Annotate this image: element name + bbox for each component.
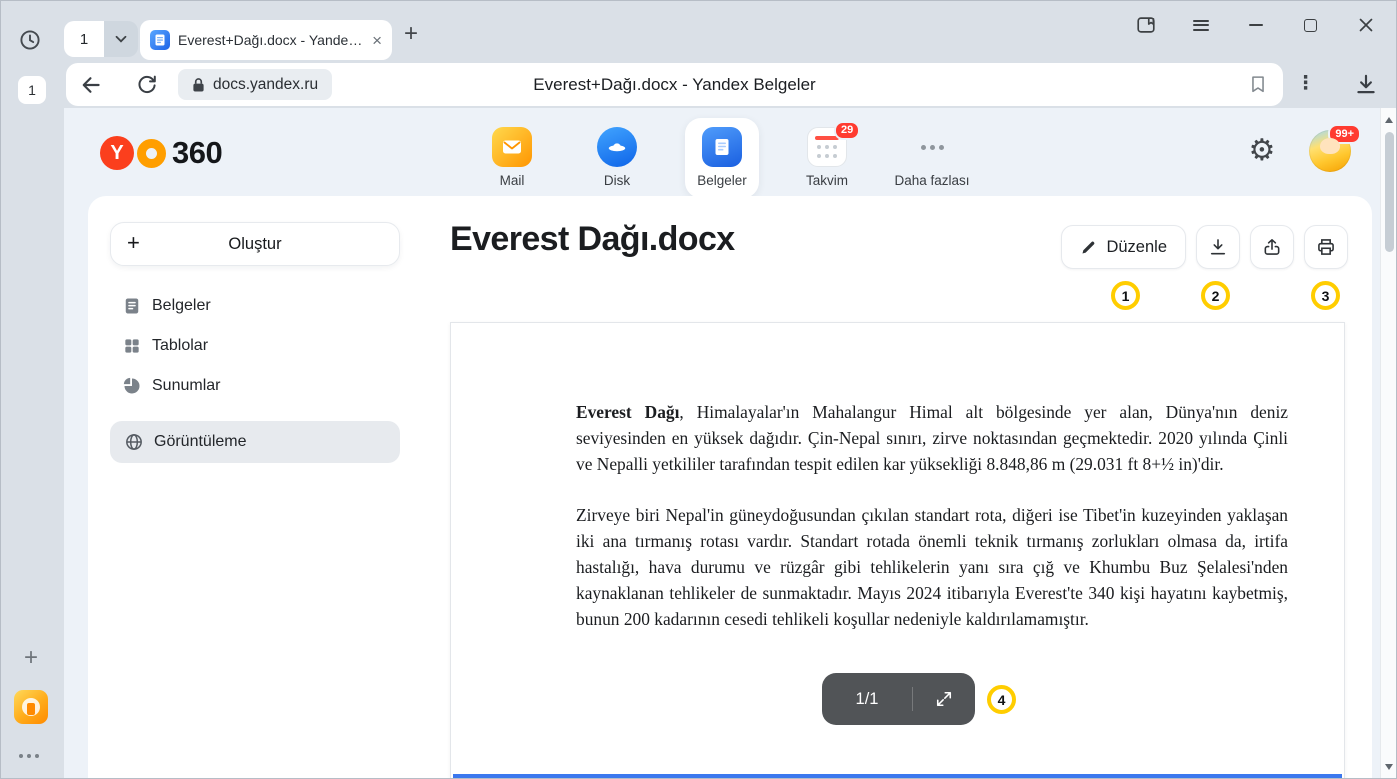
menu-icon[interactable]: [1188, 12, 1214, 38]
create-button[interactable]: + Oluştur: [110, 222, 400, 266]
document-icon: [122, 296, 142, 316]
print-button[interactable]: [1304, 225, 1348, 269]
docs-icon: [702, 127, 742, 167]
reload-button[interactable]: [135, 73, 159, 97]
sidebar-item-tablolar[interactable]: Tablolar: [110, 326, 400, 366]
strip-add-icon[interactable]: +: [20, 644, 42, 672]
sidebar-item-label: Tablolar: [152, 337, 208, 355]
history-clock-icon[interactable]: [18, 28, 42, 52]
globe-icon: [124, 432, 144, 452]
chevron-down-icon[interactable]: [104, 21, 138, 57]
yandex-browser-icon[interactable]: [14, 690, 48, 724]
download-icon: [1208, 237, 1228, 257]
annotation-2: 2: [1201, 281, 1230, 310]
annotation-3: 3: [1311, 281, 1340, 310]
calendar-badge: 29: [834, 121, 860, 140]
strip-more-icon[interactable]: [19, 754, 39, 758]
pencil-icon: [1080, 239, 1097, 256]
tab-counter-value: 1: [64, 21, 104, 57]
printer-icon: [1316, 237, 1336, 257]
minimize-button[interactable]: [1243, 12, 1269, 38]
scrollbar[interactable]: [1380, 108, 1397, 779]
close-window-button[interactable]: [1353, 12, 1379, 38]
sidebar-item-sunumlar[interactable]: Sunumlar: [110, 366, 400, 406]
document-title: Everest Dağı.docx: [450, 220, 735, 259]
page-count: 1/1: [822, 690, 912, 709]
sidebar-item-belgeler[interactable]: Belgeler: [110, 286, 400, 326]
more-dots-icon: [912, 127, 952, 167]
tab-close-icon[interactable]: ×: [372, 32, 382, 49]
download-button[interactable]: [1196, 225, 1240, 269]
bookmark-icon[interactable]: [1247, 73, 1269, 95]
calendar-icon: 29: [807, 127, 847, 167]
domain-text: docs.yandex.ru: [213, 76, 318, 94]
create-label: Oluştur: [111, 223, 399, 265]
page-bottom-content: [453, 774, 1342, 779]
settings-gear-icon[interactable]: ⚙: [1242, 131, 1282, 171]
domain-pill[interactable]: docs.yandex.ru: [178, 69, 332, 100]
grid-icon: [122, 336, 142, 356]
downloads-icon[interactable]: [1353, 71, 1379, 97]
share-button[interactable]: [1250, 225, 1294, 269]
lock-icon: [192, 77, 205, 93]
avatar[interactable]: 99+: [1309, 130, 1351, 172]
disk-icon: [597, 127, 637, 167]
service-label: Disk: [604, 173, 630, 188]
notification-badge: 99+: [1328, 124, 1361, 144]
plus-icon: +: [127, 230, 140, 256]
service-belgeler[interactable]: Belgeler: [685, 118, 759, 198]
service-label: Takvim: [806, 173, 848, 188]
paragraph-1: Everest Dağı, Himalayalar'ın Mahalangur …: [576, 399, 1288, 477]
fullscreen-expand-icon[interactable]: [913, 689, 975, 709]
services-nav: Mail Disk Belgeler 29 Takvim Daha: [64, 118, 1380, 198]
browser-side-strip: 1 +: [0, 62, 64, 779]
active-tab[interactable]: Everest+Dağı.docx - Yandex Belgeler ×: [140, 20, 392, 60]
tab-number: 1: [28, 82, 36, 98]
tab-counter[interactable]: 1: [64, 21, 138, 57]
omnibox[interactable]: docs.yandex.ru Everest+Dağı.docx - Yande…: [66, 63, 1283, 106]
tab-bar: 1 Everest+Dağı.docx - Yandex Belgeler × …: [0, 0, 1397, 62]
service-disk[interactable]: Disk: [580, 118, 654, 198]
share-icon: [1262, 237, 1282, 257]
scroll-down-arrow[interactable]: [1385, 764, 1393, 770]
edit-button[interactable]: Düzenle: [1061, 225, 1186, 269]
pie-chart-icon: [122, 376, 142, 396]
content-panel: + Oluştur Belgeler Tablolar Sunumlar: [88, 196, 1372, 779]
mail-icon: [492, 127, 532, 167]
annotation-1: 1: [1111, 281, 1140, 310]
document-page: Everest Dağı, Himalayalar'ın Mahalangur …: [450, 322, 1345, 779]
service-label: Mail: [500, 173, 525, 188]
paragraph-2: Zirveye biri Nepal'in güneydoğusundan çı…: [576, 502, 1288, 632]
document-toolbar: Düzenle: [1061, 225, 1348, 269]
scrollbar-thumb[interactable]: [1385, 132, 1394, 252]
service-takvim[interactable]: 29 Takvim: [790, 118, 864, 198]
service-mail[interactable]: Mail: [475, 118, 549, 198]
yandex360-app: Y 360 Mail Disk Belgeler: [64, 108, 1397, 779]
paragraph-1-lead: Everest Dağı: [576, 402, 679, 422]
document-text: Everest Dağı, Himalayalar'ın Mahalangur …: [576, 399, 1288, 632]
scroll-up-arrow[interactable]: [1385, 117, 1393, 123]
more-options-icon[interactable]: ⋮: [1296, 72, 1314, 95]
back-button[interactable]: [78, 72, 104, 98]
sidebar-item-goruntuleme[interactable]: Görüntüleme: [110, 421, 400, 463]
docs-favicon-icon: [150, 30, 170, 50]
tab-title: Everest+Dağı.docx - Yandex Belgeler: [178, 32, 364, 48]
maximize-button[interactable]: [1297, 12, 1323, 38]
edit-label: Düzenle: [1106, 238, 1167, 257]
service-more[interactable]: Daha fazlası: [895, 118, 969, 198]
service-label: Daha fazlası: [894, 173, 969, 188]
sidebar-item-label: Görüntüleme: [154, 433, 247, 451]
paragraph-1-rest: , Himalayalar'ın Mahalangur Himal alt bö…: [576, 402, 1288, 474]
address-bar-row: docs.yandex.ru Everest+Dağı.docx - Yande…: [0, 62, 1397, 108]
new-tab-button[interactable]: +: [404, 22, 418, 46]
tab-list-number[interactable]: 1: [18, 76, 46, 104]
annotation-4: 4: [987, 685, 1016, 714]
sidebar-item-label: Sunumlar: [152, 377, 220, 395]
service-label: Belgeler: [697, 173, 747, 188]
page-indicator-pill[interactable]: 1/1: [822, 673, 975, 725]
sidebar-panel-icon[interactable]: [1133, 12, 1159, 38]
sidebar-item-label: Belgeler: [152, 297, 211, 315]
